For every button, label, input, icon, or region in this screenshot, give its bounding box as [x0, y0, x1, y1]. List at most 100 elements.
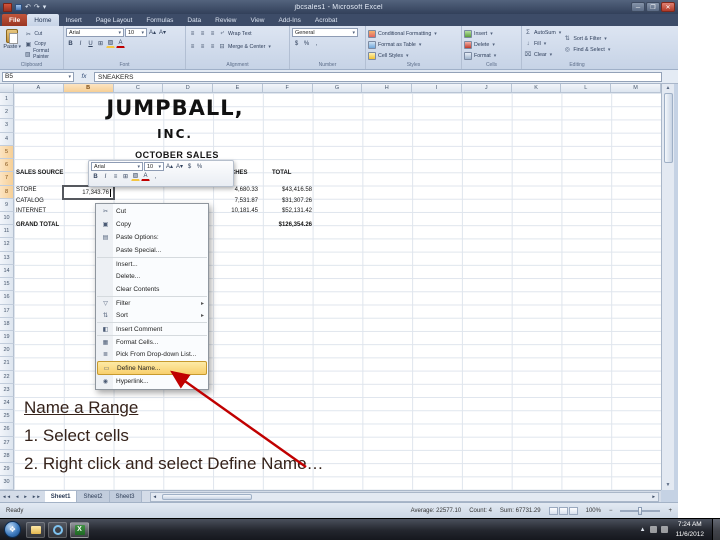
mini-italic-button[interactable]: I	[101, 172, 110, 181]
column-header[interactable]: C	[113, 84, 164, 93]
next-sheet-icon[interactable]: ►	[21, 494, 29, 499]
shrink-font-button[interactable]: A▾	[158, 28, 167, 37]
first-sheet-icon[interactable]: ◄◄	[0, 494, 13, 499]
context-menu-item[interactable]: Insert...	[97, 257, 207, 270]
minimize-button[interactable]: ─	[631, 2, 645, 12]
merge-center-button[interactable]: ⊟ Merge & Center ▾	[218, 41, 270, 52]
ribbon-tab[interactable]: Page Layout	[89, 14, 140, 26]
vertical-scroll-thumb[interactable]	[663, 93, 673, 163]
decrease-decimal-button[interactable]	[332, 39, 341, 48]
group-label-editing[interactable]: Editing	[522, 62, 632, 68]
context-menu-item[interactable]: Paste Special...	[97, 244, 207, 257]
row-header[interactable]: 13	[0, 251, 14, 265]
row-header[interactable]: 15	[0, 278, 14, 292]
format-painter-button[interactable]: ▨ Format Painter	[24, 48, 61, 60]
row-header[interactable]: 12	[0, 238, 14, 252]
cut-button[interactable]: ✂ Cut	[24, 29, 61, 39]
prev-sheet-icon[interactable]: ◄	[13, 494, 21, 499]
ribbon-tab[interactable]: Formulas	[139, 14, 180, 26]
taskbar-browser-button[interactable]	[48, 521, 67, 538]
borders-button[interactable]: ⊞	[96, 39, 105, 48]
context-menu-item[interactable]: ▤ Paste Options:	[97, 231, 207, 244]
ribbon-tab[interactable]: Insert	[59, 14, 89, 26]
scroll-up-icon[interactable]: ▲	[666, 84, 671, 93]
ribbon-tab[interactable]: File	[2, 14, 28, 26]
align-right-icon[interactable]: ≡	[208, 42, 217, 51]
find-select-button[interactable]: ◎ Find & Select ▾	[563, 44, 611, 55]
cell-row-grand-total[interactable]: GRAND TOTAL	[16, 222, 59, 228]
row-header[interactable]: 26	[0, 423, 14, 437]
column-header[interactable]: D	[163, 84, 214, 93]
zoom-slider[interactable]	[620, 506, 661, 515]
row-header[interactable]: 16	[0, 291, 14, 305]
zoom-out-icon[interactable]: −	[609, 508, 613, 514]
normal-view-button[interactable]	[548, 506, 558, 515]
row-header[interactable]: 22	[0, 370, 14, 384]
fill-button[interactable]: ↓ Fill ▾	[524, 39, 561, 50]
delete-cells-button[interactable]: Delete ▾	[464, 39, 519, 50]
column-header[interactable]: G	[312, 84, 363, 93]
context-menu-item[interactable]: ✂ Cut	[97, 205, 207, 218]
group-label-cells[interactable]: Cells	[462, 62, 521, 68]
column-header[interactable]: H	[362, 84, 413, 93]
sort-filter-button[interactable]: ⇅ Sort & Filter ▾	[563, 33, 610, 44]
insert-cells-button[interactable]: Insert ▾	[464, 28, 519, 39]
align-bottom-icon[interactable]: ≡	[208, 29, 217, 38]
group-label-font[interactable]: Font	[64, 62, 185, 68]
ribbon-tab[interactable]: Data	[180, 14, 208, 26]
row-header[interactable]: 6	[0, 159, 14, 173]
start-button[interactable]: ❖	[4, 521, 21, 538]
number-format-combo[interactable]: General ▾	[292, 28, 358, 37]
show-desktop-button[interactable]	[712, 518, 720, 540]
row-header[interactable]: 8	[0, 185, 14, 199]
group-label-alignment[interactable]: Alignment	[186, 62, 289, 68]
percent-style-button[interactable]: %	[302, 39, 311, 48]
underline-button[interactable]: U	[86, 39, 95, 48]
ribbon-tab[interactable]: Home	[27, 14, 59, 26]
vertical-scrollbar[interactable]: ▲ ▼	[661, 84, 674, 490]
sheet-tab[interactable]: Sheet2	[77, 490, 110, 503]
save-icon[interactable]	[15, 3, 22, 11]
row-header[interactable]: 2	[0, 106, 14, 120]
cell-row-catalog[interactable]: CATALOG	[16, 198, 44, 204]
horizontal-scroll-thumb[interactable]	[162, 493, 252, 500]
column-header[interactable]: B	[63, 84, 114, 93]
format-as-table-button[interactable]: Format as Table ▾	[368, 39, 459, 50]
row-header[interactable]: 29	[0, 463, 14, 477]
redo-icon[interactable]: ↷	[34, 3, 40, 11]
conditional-formatting-button[interactable]: Conditional Formatting ▾	[368, 28, 459, 39]
cell-catalog-total[interactable]: $31,307.26	[250, 198, 312, 204]
column-header[interactable]: I	[412, 84, 462, 93]
row-header[interactable]: 21	[0, 357, 14, 371]
cell-styles-button[interactable]: Cell Styles ▾	[368, 50, 459, 61]
context-menu-item[interactable]: ◉ Hyperlink...	[97, 375, 207, 388]
column-header[interactable]: L	[561, 84, 612, 93]
mini-comma-button[interactable]: ,	[151, 172, 160, 181]
horizontal-scrollbar[interactable]: ◄ ►	[149, 491, 659, 502]
tray-expand-icon[interactable]: ▲	[640, 527, 646, 533]
font-name-combo[interactable]: Arial ▾	[66, 28, 124, 37]
cell-internet-total[interactable]: $52,131.42	[250, 208, 312, 214]
mini-size-combo[interactable]: 10 ▾	[144, 162, 164, 171]
taskbar-explorer-button[interactable]	[26, 521, 45, 538]
ribbon-tab[interactable]: Add-Ins	[271, 14, 307, 26]
wrap-text-button[interactable]: ⤶ Wrap Text	[218, 28, 251, 39]
column-header[interactable]: J	[461, 84, 512, 93]
column-header[interactable]: K	[511, 84, 562, 93]
scroll-right-icon[interactable]: ►	[650, 494, 658, 499]
align-top-icon[interactable]: ≡	[188, 29, 197, 38]
maximize-button[interactable]: ❐	[646, 2, 660, 12]
row-header[interactable]: 20	[0, 344, 14, 358]
group-label-number[interactable]: Number	[290, 62, 365, 68]
scroll-left-icon[interactable]: ◄	[151, 494, 159, 499]
row-header[interactable]: 5	[0, 145, 14, 160]
fill-color-button[interactable]: ▨	[106, 39, 115, 48]
row-header[interactable]: 19	[0, 330, 14, 345]
context-menu-item[interactable]: ▽ Filter ▸	[97, 296, 207, 309]
close-button[interactable]: ✕	[661, 2, 675, 12]
context-menu-item[interactable]: ◧ Insert Comment	[97, 322, 207, 335]
column-header[interactable]: F	[262, 84, 313, 93]
row-header[interactable]: 17	[0, 304, 14, 318]
ribbon-tab[interactable]: Review	[208, 14, 243, 26]
cell-header-total[interactable]: TOTAL	[272, 170, 291, 176]
